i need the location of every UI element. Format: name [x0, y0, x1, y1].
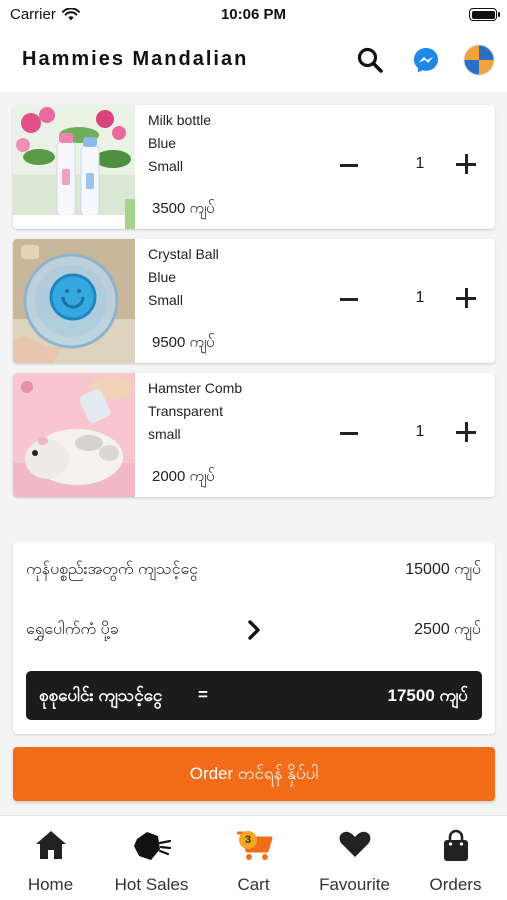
product-details: Milk bottle Blue Small [148, 109, 211, 178]
product-details: Hamster Comb Transparent small [148, 377, 242, 446]
increase-quantity-button[interactable] [451, 419, 481, 449]
quantity-value: 1 [415, 155, 425, 172]
minus-icon [340, 164, 358, 167]
minus-icon [340, 298, 358, 301]
nav-item-hot-sales[interactable]: Hot Sales [101, 816, 202, 900]
nav-label-home: Home [27, 875, 74, 894]
nav-item-cart[interactable]: 3 Cart [203, 816, 304, 900]
total-label: စုစုပေါင်း ကျသင့်ငွေ [39, 686, 163, 705]
cart-badge: 3 [239, 831, 257, 849]
app-title: Hammies Mandalian [22, 48, 249, 70]
total-value: 17500 ကျပ် [387, 686, 468, 705]
total-equals: = [198, 685, 208, 704]
product-price: 2000 ကျပ် [152, 468, 215, 485]
nav-item-favourite[interactable]: Favourite [304, 816, 405, 900]
product-name: Crystal Ball [148, 246, 219, 262]
delivery-label: ရွှေပေါက်ကံ ပို့ခ [26, 621, 119, 638]
status-bar: Carrier 10:06 PM [0, 0, 507, 28]
product-color: Blue [148, 269, 177, 285]
search-icon [357, 47, 383, 73]
product-name: Hamster Comb [148, 380, 243, 396]
chevron-right-icon[interactable] [247, 620, 261, 640]
product-size: Small [148, 158, 184, 174]
nav-label-orders: Orders [429, 875, 482, 894]
nav-item-orders[interactable]: Orders [405, 816, 506, 900]
status-time: 10:06 PM [220, 6, 287, 23]
home-icon [35, 831, 66, 859]
shopping-bag-icon [443, 829, 468, 861]
product-image-milk-bottle [13, 105, 135, 229]
quantity-stepper: 1 [338, 419, 488, 449]
profile-icon [463, 44, 495, 76]
subtotal-value: 15000 ကျပ် [405, 561, 481, 578]
product-size: Small [148, 292, 184, 308]
nav-label-favourite: Favourite [319, 875, 390, 894]
order-summary: ကုန်ပစ္စည်းအတွက် ကျသင့်ငွေ 15000 ကျပ် ရွ… [13, 542, 495, 734]
minus-icon [340, 432, 358, 435]
quantity-stepper: 1 [338, 151, 488, 181]
delivery-value: 2500 ကျပ် [414, 621, 481, 638]
heart-icon [339, 831, 370, 857]
search-button[interactable] [354, 44, 386, 76]
messenger-icon [414, 48, 438, 73]
product-size: small [148, 426, 181, 442]
quantity-value: 1 [415, 289, 425, 306]
product-color: Transparent [148, 403, 223, 419]
battery-icon [469, 8, 500, 21]
product-price: 3500 ကျပ် [152, 200, 215, 217]
total-bar: စုစုပေါင်း ကျသင့်ငွေ = 17500 ကျပ် [26, 671, 482, 720]
product-price: 9500 ကျပ် [152, 334, 215, 351]
product-name: Milk bottle [148, 112, 212, 128]
app-header: Hammies Mandalian [0, 28, 507, 92]
nav-item-home[interactable]: Home [0, 816, 101, 900]
product-details: Crystal Ball Blue Small [148, 243, 219, 312]
subtotal-label: ကုန်ပစ္စည်းအတွက် ကျသင့်ငွေ [26, 561, 199, 578]
product-image-crystal-ball [13, 239, 135, 363]
place-order-button[interactable]: Order တင်ရန် နှိပ်ပါ [13, 747, 495, 801]
product-color: Blue [148, 135, 177, 151]
nav-label-cart: Cart [237, 875, 270, 894]
bottom-nav: Home Hot Sales 3 Cart Favourite Orders [0, 815, 507, 900]
quantity-stepper: 1 [338, 285, 488, 315]
messenger-button[interactable] [410, 44, 442, 76]
cart-item: Milk bottle Blue Small 3500 ကျပ် 1 [13, 105, 495, 229]
increase-quantity-button[interactable] [451, 151, 481, 181]
product-image-hamster-comb [13, 373, 135, 497]
cart-item: Crystal Ball Blue Small 9500 ကျပ် 1 [13, 239, 495, 363]
hot-sales-icon [133, 832, 171, 860]
profile-button[interactable] [463, 44, 495, 76]
increase-quantity-button[interactable] [451, 285, 481, 315]
cart-item: Hamster Comb Transparent small 2000 ကျပ်… [13, 373, 495, 497]
cart-list: Milk bottle Blue Small 3500 ကျပ် 1 Cryst… [13, 105, 495, 507]
quantity-value: 1 [415, 423, 425, 440]
nav-label-hot-sales: Hot Sales [114, 875, 189, 894]
